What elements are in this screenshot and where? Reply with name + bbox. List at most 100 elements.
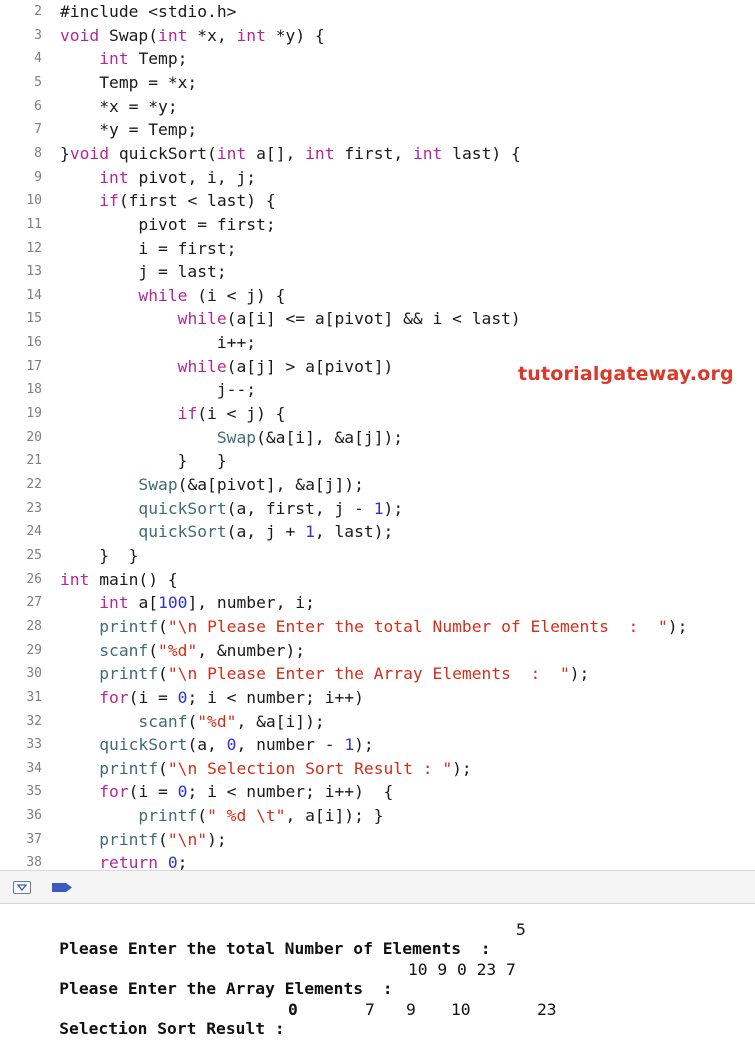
code-line[interactable]: 31 for(i = 0; i < number; i++) bbox=[0, 686, 755, 710]
code-token: "\n" bbox=[167, 829, 208, 849]
code-token: (i = bbox=[128, 687, 178, 707]
line-number: 4 bbox=[34, 51, 42, 67]
code-line[interactable]: 32 scanf("%d", &a[i]); bbox=[0, 710, 755, 734]
code-line[interactable]: 30 printf("\n Please Enter the Array Ele… bbox=[0, 662, 755, 686]
hide-debug-area-button[interactable] bbox=[13, 881, 31, 894]
code-line[interactable]: 22 Swap(&a[pivot], &a[j]); bbox=[0, 473, 755, 497]
code-token: (i < j) { bbox=[187, 285, 286, 305]
line-number: 32 bbox=[26, 713, 42, 729]
code-text: }void quickSort(int a[], int first, int … bbox=[60, 142, 521, 166]
code-line[interactable]: 15 while(a[i] <= a[pivot] && i < last) bbox=[0, 307, 755, 331]
code-line[interactable]: 10 if(first < last) { bbox=[0, 189, 755, 213]
console-line-3: Selection Sort Result : bbox=[20, 1000, 284, 1057]
line-number: 6 bbox=[34, 98, 42, 114]
console-output[interactable]: Please Enter the total Number of Element… bbox=[0, 904, 755, 1038]
code-editor[interactable]: 2 #include <stdio.h> 3 void Swap(int *x, in… bbox=[0, 0, 755, 870]
code-text: *y = Temp; bbox=[60, 118, 197, 142]
code-line[interactable]: 37 printf("\n"); bbox=[0, 828, 755, 852]
code-text: quickSort(a, first, j - 1); bbox=[60, 497, 403, 521]
code-token: 1 bbox=[305, 522, 315, 542]
code-line[interactable]: 20 Swap(&a[i], &a[j]); bbox=[0, 426, 755, 450]
code-line[interactable]: 13 j = last; bbox=[0, 260, 755, 284]
code-token: printf bbox=[99, 758, 159, 778]
code-token: ( bbox=[158, 616, 168, 636]
code-line[interactable]: 24 quickSort(a, j + 1, last); bbox=[0, 520, 755, 544]
code-token: (&a[i], &a[j]); bbox=[256, 427, 404, 447]
code-line[interactable]: 16 i++; bbox=[0, 331, 755, 355]
code-token: ( bbox=[158, 829, 168, 849]
code-token: Swap( bbox=[99, 25, 159, 45]
line-number: 36 bbox=[26, 808, 42, 824]
code-line[interactable]: 34 printf("\n Selection Sort Result : ")… bbox=[0, 757, 755, 781]
code-line[interactable]: 35 for(i = 0; i < number; i++) { bbox=[0, 780, 755, 804]
debug-bar bbox=[0, 870, 755, 904]
code-line[interactable]: 11 pivot = first; bbox=[0, 213, 755, 237]
code-line[interactable]: 26 int main() { bbox=[0, 568, 755, 592]
line-number: 9 bbox=[34, 169, 42, 185]
code-line[interactable]: 5 Temp = *x; bbox=[0, 71, 755, 95]
code-line[interactable]: 21 } } bbox=[0, 449, 755, 473]
code-line[interactable]: 29 scanf("%d", &number); bbox=[0, 639, 755, 663]
code-line[interactable]: 6 *x = *y; bbox=[0, 95, 755, 119]
code-token: i++; bbox=[60, 333, 257, 353]
code-line[interactable]: 25 } } bbox=[0, 544, 755, 568]
code-token: int bbox=[216, 143, 247, 163]
code-token: Temp; bbox=[128, 49, 188, 69]
code-token: main() { bbox=[89, 569, 178, 589]
code-token: "\n Please Enter the Array Elements : " bbox=[167, 664, 570, 684]
line-number: 34 bbox=[26, 760, 42, 776]
line-number: 14 bbox=[26, 287, 42, 303]
code-line[interactable]: 7 *y = Temp; bbox=[0, 118, 755, 142]
code-token: } } bbox=[60, 451, 227, 471]
code-line[interactable]: 12 i = first; bbox=[0, 237, 755, 261]
line-number: 23 bbox=[26, 500, 42, 516]
code-token: int bbox=[236, 25, 266, 45]
code-line[interactable]: 9 int pivot, i, j; bbox=[0, 166, 755, 190]
code-line[interactable]: 38 return 0; bbox=[0, 851, 755, 870]
line-number: 12 bbox=[26, 240, 42, 256]
line-number: 30 bbox=[26, 666, 42, 682]
code-token: return bbox=[99, 853, 159, 870]
code-line[interactable]: 27 int a[100], number, i; bbox=[0, 591, 755, 615]
code-text: while(a[j] > a[pivot]) bbox=[60, 355, 394, 379]
code-line[interactable]: 19 if(i < j) { bbox=[0, 402, 755, 426]
code-token: *y) { bbox=[265, 25, 325, 45]
code-line[interactable]: 4 int Temp; bbox=[0, 47, 755, 71]
code-token: printf bbox=[99, 616, 159, 636]
code-text: #include <stdio.h> bbox=[60, 0, 236, 24]
code-token: ( bbox=[187, 711, 198, 731]
code-token: quickSort bbox=[138, 498, 227, 518]
code-token: (a[i] <= a[pivot] && i < last) bbox=[226, 309, 521, 329]
line-number: 38 bbox=[26, 855, 42, 870]
code-line[interactable]: 28 printf("\n Please Enter the total Num… bbox=[0, 615, 755, 639]
code-text: int a[100], number, i; bbox=[60, 591, 315, 615]
code-line[interactable]: 14 while (i < j) { bbox=[0, 284, 755, 308]
code-line[interactable]: 33 quickSort(a, 0, number - 1); bbox=[0, 733, 755, 757]
code-token: , &a[i]); bbox=[236, 711, 325, 731]
code-line[interactable]: 36 printf(" %d \t", a[i]); } bbox=[0, 804, 755, 828]
code-line[interactable]: 8}void quickSort(int a[], int first, int… bbox=[0, 142, 755, 166]
console-result-value: 0 bbox=[288, 1000, 298, 1019]
code-line[interactable]: 23 quickSort(a, first, j - 1); bbox=[0, 497, 755, 521]
code-token: for bbox=[99, 687, 129, 707]
code-line[interactable]: 2 #include <stdio.h> bbox=[0, 0, 755, 24]
code-token: "\n Selection Sort Result : " bbox=[167, 758, 453, 778]
code-text: for(i = 0; i < number; i++) { bbox=[60, 780, 393, 804]
code-token: Swap bbox=[138, 475, 178, 494]
code-token: } bbox=[60, 143, 70, 163]
code-line[interactable]: 3 void Swap(int *x, int *y) { bbox=[0, 24, 755, 48]
breakpoint-icon[interactable] bbox=[51, 882, 73, 893]
console-input-count: 5 bbox=[516, 920, 526, 939]
code-token: printf bbox=[99, 829, 159, 849]
